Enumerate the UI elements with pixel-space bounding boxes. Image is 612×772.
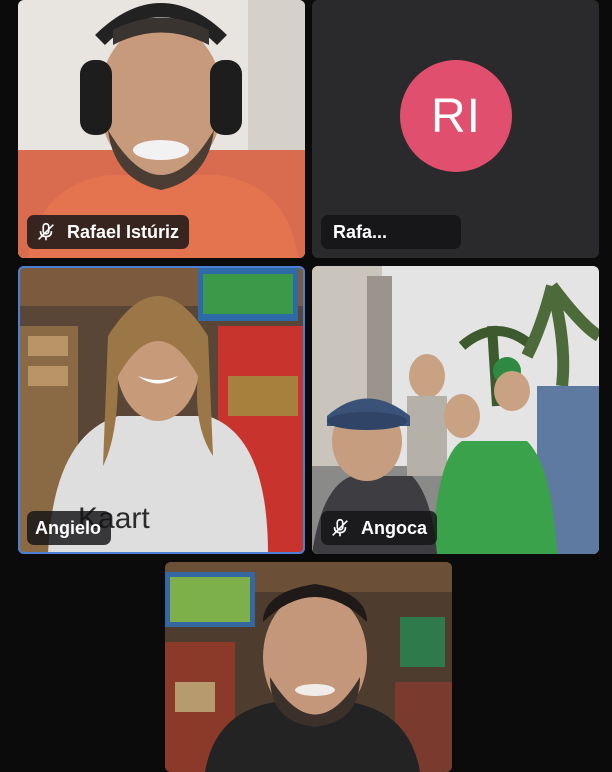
participant-tile-rafael[interactable]: Rafael Istúriz <box>18 0 305 258</box>
participant-avatar: RI <box>400 60 512 172</box>
participant-name: Rafa... <box>333 221 388 242</box>
participant-tile-angielo[interactable]: Kaart Angielo <box>18 266 305 554</box>
mic-off-icon <box>332 518 348 537</box>
participant-video <box>165 562 452 772</box>
participant-name: Angoca <box>361 517 428 538</box>
mic-off-icon <box>38 222 54 241</box>
participant-name: Rafael Istúriz <box>67 221 180 242</box>
participant-nametag: Rafa... <box>321 215 461 249</box>
participant-nametag: Angielo <box>27 511 111 545</box>
participant-nametag: Rafael Istúriz <box>27 215 190 249</box>
participant-name: Angielo <box>35 517 101 538</box>
participant-tile-angoca[interactable]: Angoca <box>312 266 599 554</box>
participant-tile-bottom[interactable] <box>165 562 452 772</box>
participant-tile-rafa[interactable]: RI Rafa... <box>312 0 599 258</box>
participant-nametag: Angoca <box>321 511 438 545</box>
